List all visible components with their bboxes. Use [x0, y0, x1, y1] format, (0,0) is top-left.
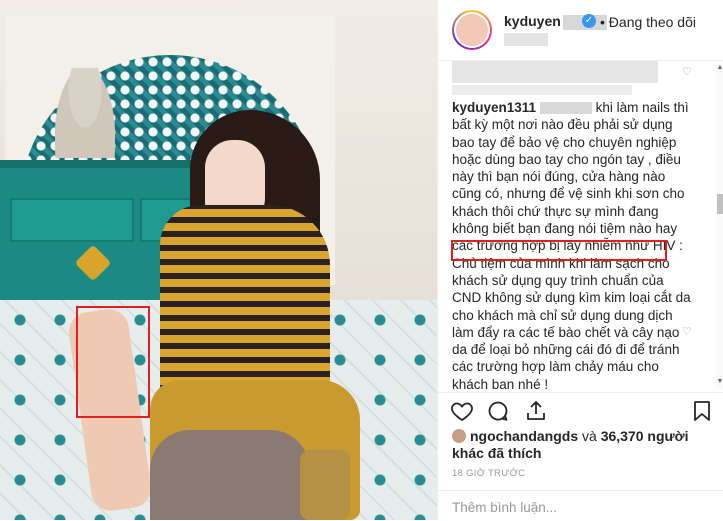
- comment-body-continued: Chủ tiệm của mình khi làm sạch cho khách…: [452, 255, 691, 389]
- avatar[interactable]: [452, 10, 492, 50]
- action-bar: [438, 392, 723, 433]
- photo-striped-top: [160, 205, 330, 405]
- username-text: kyduyen: [504, 13, 561, 29]
- comment-list: ♡ kyduyen1311 khi làm nails thì bất kỳ m…: [438, 61, 716, 389]
- post-timestamp[interactable]: 18 GIỜ TRƯỚC: [452, 468, 525, 479]
- photo-basin: [150, 430, 310, 520]
- likes-summary[interactable]: ngochandangds và 36,370 người khác đã th…: [452, 428, 714, 462]
- redacted-comment: [452, 85, 632, 95]
- photo-annotation-box: [76, 306, 150, 418]
- post-header: kyduyen ✓ • Đang theo dõi: [438, 0, 723, 61]
- liker-username[interactable]: ngochandangds: [470, 428, 578, 444]
- likes-connector: và: [578, 428, 601, 444]
- photo-faucet: [300, 450, 350, 520]
- liker-avatar: [452, 429, 466, 443]
- follow-status[interactable]: • Đang theo dõi: [600, 14, 696, 30]
- comment-redacted: [539, 102, 592, 115]
- post-photo[interactable]: [0, 0, 437, 520]
- scrollbar-thumb[interactable]: [717, 194, 723, 214]
- post-side-panel: kyduyen ✓ • Đang theo dõi ♡ kyduyen1311 …: [437, 0, 723, 520]
- comment-body: khi làm nails thì bất kỳ một nơi nào đều…: [452, 100, 689, 254]
- share-icon[interactable]: [524, 399, 548, 423]
- comment-scrollbar[interactable]: ▲ ▼: [716, 64, 723, 389]
- heart-icon[interactable]: [450, 399, 474, 423]
- likes-count[interactable]: 36,370: [601, 428, 644, 444]
- like-comment-heart-icon[interactable]: ♡: [682, 325, 692, 338]
- comment-input[interactable]: [450, 496, 714, 518]
- photo-drawer: [10, 198, 134, 242]
- avatar-image: [454, 12, 490, 48]
- verified-icon: ✓: [582, 14, 596, 28]
- comment-annotation-box: [451, 240, 667, 261]
- scroll-up-icon[interactable]: ▲: [716, 64, 723, 73]
- photo-buddha-statue: [55, 68, 115, 158]
- like-comment-heart-icon[interactable]: ♡: [682, 65, 692, 78]
- redacted-comment: [452, 61, 658, 83]
- comment-icon[interactable]: [486, 399, 510, 423]
- header-subtitle-redacted: [504, 33, 548, 46]
- comment-composer: [438, 490, 723, 521]
- comment-username[interactable]: kyduyen1311: [452, 100, 536, 115]
- photo-cabinet-ornament: [74, 244, 112, 282]
- scroll-down-icon[interactable]: ▼: [716, 378, 723, 387]
- bookmark-icon[interactable]: [690, 399, 714, 423]
